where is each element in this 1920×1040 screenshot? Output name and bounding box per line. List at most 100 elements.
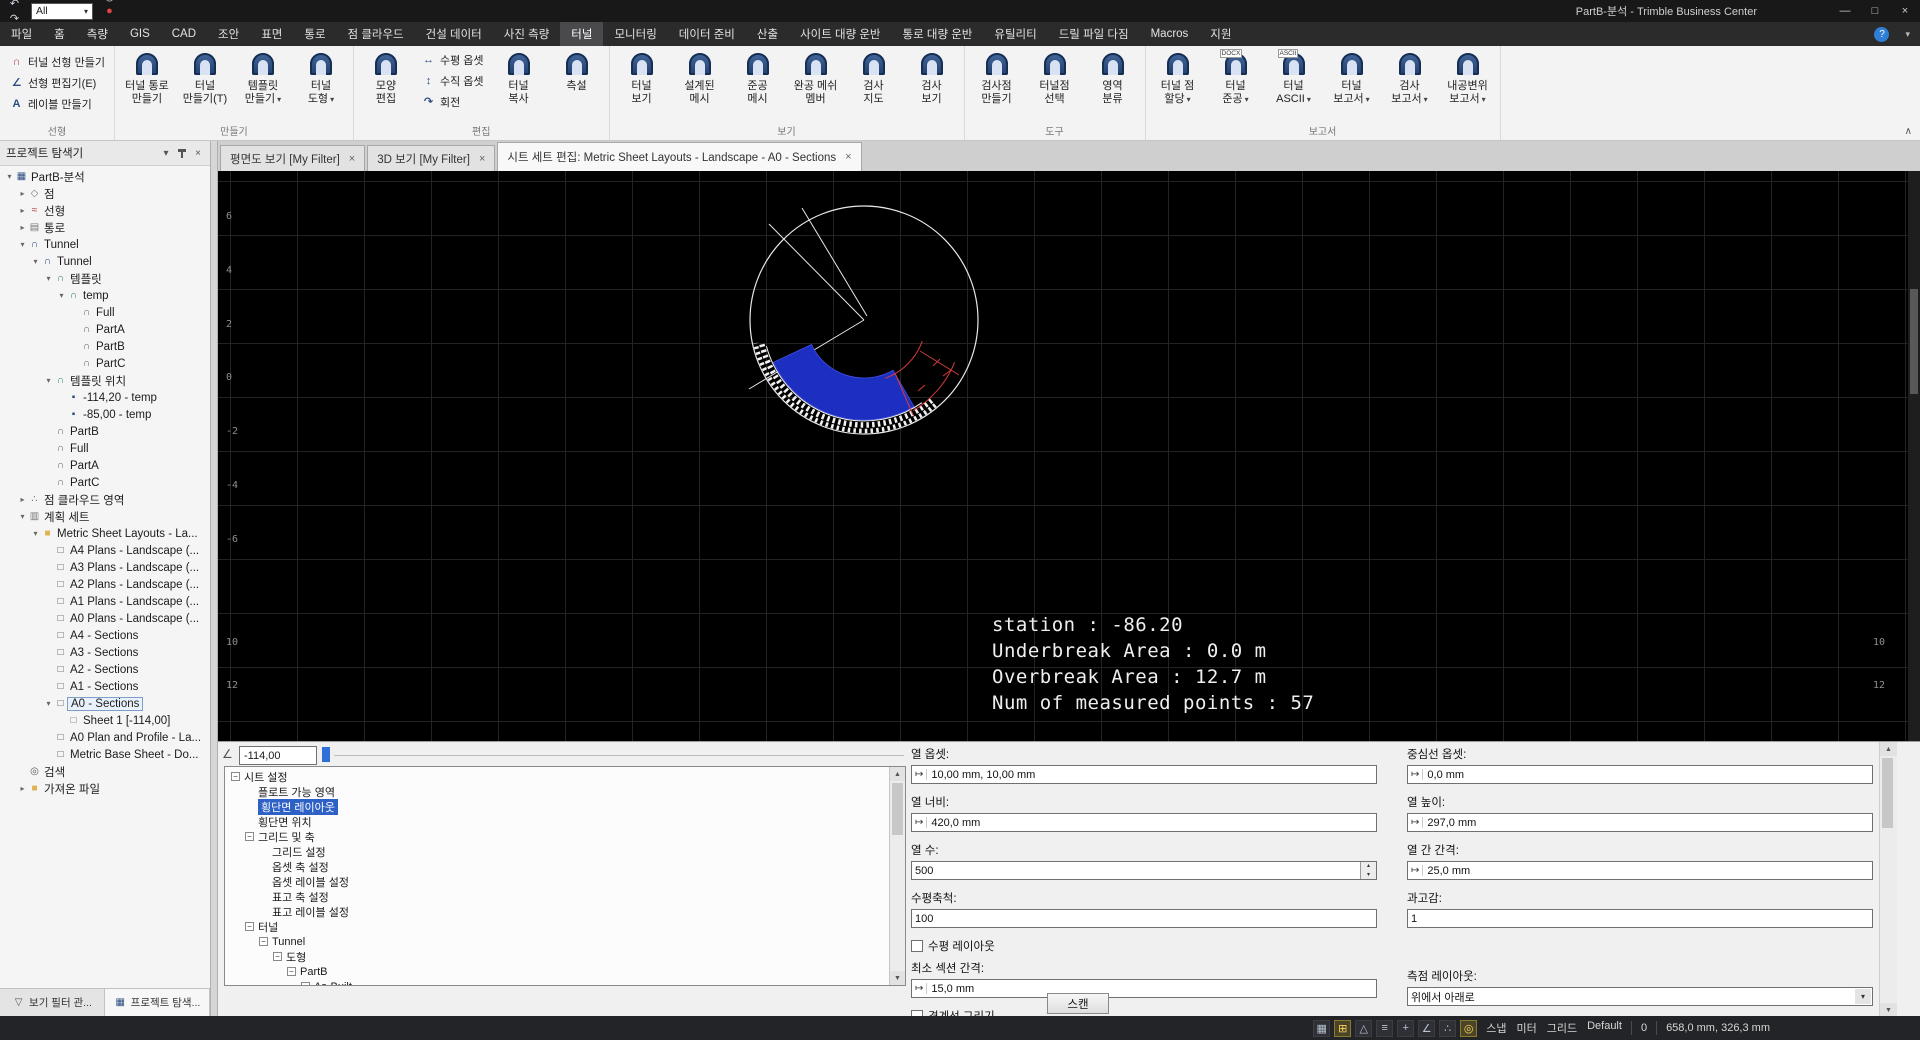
field-중심선 옵셋:[interactable]: ↦ 0,0 mm (1407, 765, 1873, 784)
point-snap-icon[interactable]: ∴ (1439, 1019, 1457, 1037)
window-maximize-button[interactable]: □ (1860, 0, 1890, 22)
tree-item-통로[interactable]: ▸ ▤ 통로 (0, 219, 210, 236)
field-열 수:[interactable]: 500 ▴ ▾ (911, 861, 1377, 880)
station-slider-track[interactable] (334, 755, 904, 756)
menu-tab-사이트 대량 운반[interactable]: 사이트 대량 운반 (789, 22, 891, 46)
tree-item-PartB[interactable]: ∩ PartB (0, 423, 210, 440)
tree-item-Tunnel[interactable]: ▾ ∩ Tunnel (0, 253, 210, 270)
tree-item-A0 Plans - Landscape (...[interactable]: □ A0 Plans - Landscape (... (0, 610, 210, 627)
chevron-down-icon[interactable]: ▾ (158, 148, 174, 159)
tree-item-계획 세트[interactable]: ▾ ▥ 계획 세트 (0, 508, 210, 525)
tree-item-A1 Plans - Landscape (...[interactable]: □ A1 Plans - Landscape (... (0, 593, 210, 610)
status-toggle-Default[interactable]: Default (1587, 1020, 1622, 1036)
field-측점 레이아웃:[interactable]: 위에서 아래로 ▾ (1407, 987, 1873, 1006)
panel-splitter[interactable] (211, 141, 218, 1016)
panel-tab-프로젝트 탐색...[interactable]: ▦ 프로젝트 탐색... (105, 989, 210, 1016)
menu-tab-CAD[interactable]: CAD (161, 22, 207, 46)
expander-open-icon[interactable]: ▾ (43, 376, 54, 385)
tree-item-A2 Plans - Landscape (...[interactable]: □ A2 Plans - Landscape (... (0, 576, 210, 593)
spin-down-icon[interactable]: ▾ (1361, 871, 1376, 880)
tree-item-temp[interactable]: ▾ ∩ temp (0, 287, 210, 304)
ribbon-button-검사 보기[interactable]: 검사 보기 (903, 47, 961, 105)
ribbon-button-터널 선형 만들기[interactable]: ∩ 터널 선형 만들기 (3, 51, 111, 72)
scrollbar-thumb[interactable] (1910, 289, 1918, 394)
menu-tab-데이터 준비[interactable]: 데이터 준비 (668, 22, 746, 46)
ribbon-button-준공 메시[interactable]: 준공 메시 (729, 47, 787, 105)
ribbon-button-검사 지도[interactable]: 검사 지도 (845, 47, 903, 105)
settings-tree-item-터널[interactable]: − 터널 (229, 919, 905, 934)
view-tab-시트 세트 편집: Metric Sheet Layouts - Landscape - A0 - Sections[interactable]: 시트 세트 편집: Metric Sheet Layouts - Landsca… (497, 142, 862, 171)
ribbon-button-터널점 선택[interactable]: 터널점 선택 (1026, 47, 1084, 105)
tree-item-Metric Sheet Layouts - La...[interactable]: ▾ ■ Metric Sheet Layouts - La... (0, 525, 210, 542)
tree-item-PartB-분석[interactable]: ▾ ▦ PartB-분석 (0, 168, 210, 185)
tree-item-PartC[interactable]: ∩ PartC (0, 355, 210, 372)
collapse-box-icon[interactable]: − (245, 922, 254, 931)
collapse-box-icon[interactable]: − (301, 982, 310, 985)
tree-item-점 클라우드 영역[interactable]: ▸ ∴ 점 클라우드 영역 (0, 491, 210, 508)
menu-tab-산출[interactable]: 산출 (746, 22, 789, 46)
status-toggle-그리드[interactable]: 그리드 (1547, 1020, 1577, 1036)
status-toggle-스냅[interactable]: 스냅 (1486, 1020, 1506, 1036)
collapse-box-icon[interactable]: − (231, 772, 240, 781)
settings-tree-item-횡단면 레이아웃[interactable]: 횡단면 레이아웃 (229, 798, 905, 815)
menu-tab-표면[interactable]: 표면 (250, 22, 293, 46)
tree-item-Metric Base Sheet - Do...[interactable]: □ Metric Base Sheet - Do... (0, 746, 210, 763)
expander-closed-icon[interactable]: ▸ (17, 206, 28, 215)
tree-item-PartA[interactable]: ∩ PartA (0, 321, 210, 338)
settings-tree-item-그리드 설정[interactable]: 그리드 설정 (229, 844, 905, 859)
field-수평축척:[interactable]: 100 (911, 909, 1377, 928)
checkbox-수평 레이아웃[interactable] (911, 940, 923, 952)
properties-scrollbar[interactable]: ▲ ▼ (1879, 742, 1897, 1017)
crosshair-icon[interactable]: + (1397, 1019, 1415, 1037)
tree-item-점[interactable]: ▸ ◇ 점 (0, 185, 210, 202)
help-icon[interactable]: ? (1874, 26, 1890, 42)
pin-icon[interactable] (178, 148, 186, 158)
settings-tree-item-도형[interactable]: − 도형 (229, 949, 905, 964)
settings-tree-item-플로트 가능 영역[interactable]: 플로트 가능 영역 (229, 784, 905, 799)
ribbon-button-터널 ASCII[interactable]: ASCII 터널 ASCII ▾ (1265, 47, 1323, 106)
panel-tab-보기 필터 관...[interactable]: ▽ 보기 필터 관... (0, 989, 105, 1016)
settings-tree-item-횡단면 위치[interactable]: 횡단면 위치 (229, 814, 905, 829)
expander-open-icon[interactable]: ▾ (30, 529, 41, 538)
field-열 높이:[interactable]: ↦ 297,0 mm (1407, 813, 1873, 832)
ribbon-button-설계된 메시[interactable]: 설계된 메시 (671, 47, 729, 105)
expander-closed-icon[interactable]: ▸ (17, 223, 28, 232)
tree-item-템플릿[interactable]: ▾ ∩ 템플릿 (0, 270, 210, 287)
ribbon-button-터널 도형[interactable]: 터널 도형 ▾ (292, 47, 350, 106)
tree-item--114,20 - temp[interactable]: ▪ -114,20 - temp (0, 389, 210, 406)
spin-up-icon[interactable]: ▴ (1361, 862, 1376, 871)
expander-closed-icon[interactable]: ▸ (17, 784, 28, 793)
menu-tab-지원[interactable]: 지원 (1199, 22, 1242, 46)
menu-tab-통로[interactable]: 통로 (293, 22, 336, 46)
settings-tree-item-표고 축 설정[interactable]: 표고 축 설정 (229, 889, 905, 904)
ribbon-button-선형 편집기(E)[interactable]: ∠ 선형 편집기(E) (3, 72, 102, 93)
tree-item-PartA[interactable]: ∩ PartA (0, 457, 210, 474)
window-minimize-button[interactable]: — (1830, 0, 1860, 22)
ribbon-button-영역 분류[interactable]: 영역 분류 (1084, 47, 1142, 105)
expander-open-icon[interactable]: ▾ (4, 172, 15, 181)
settings-tree-item-표고 레이블 설정[interactable]: 표고 레이블 설정 (229, 904, 905, 919)
surface-toggle-icon[interactable]: △ (1355, 1019, 1373, 1037)
view-tab-평면도 보기 [My Filter][interactable]: 평면도 보기 [My Filter] × (220, 145, 366, 171)
collapse-box-icon[interactable]: − (259, 937, 268, 946)
ribbon-button-수평 옵셋[interactable]: ↔ 수평 옵셋 (415, 49, 490, 70)
ribbon-button-수직 옵셋[interactable]: ↕ 수직 옵셋 (415, 70, 490, 91)
scrollbar-thumb[interactable] (1882, 758, 1893, 828)
chevron-up-icon[interactable]: ▾ (1895, 22, 1920, 46)
menu-tab-모니터링[interactable]: 모니터링 (603, 22, 667, 46)
collapse-box-icon[interactable]: − (245, 832, 254, 841)
ribbon-collapse-button[interactable]: ∧ (1905, 126, 1912, 137)
menu-tab-유틸리티[interactable]: 유틸리티 (983, 22, 1047, 46)
grid-snap-icon[interactable]: ⊞ (1334, 1019, 1352, 1037)
tree-item-A0 - Sections[interactable]: ▾ □ A0 - Sections (0, 695, 210, 712)
menu-tab-GIS[interactable]: GIS (119, 22, 161, 46)
close-icon[interactable]: × (479, 153, 485, 165)
ortho-icon[interactable]: ∠ (1418, 1019, 1436, 1037)
menu-tab-점 클라우드[interactable]: 점 클라우드 (337, 22, 415, 46)
sheet-view-canvas[interactable]: 6 4 2 0 -2 -4 -6 10 12 10 12 station : -86.20 Unde… (218, 171, 1908, 741)
scan-button[interactable]: 스캔 (1047, 993, 1109, 1014)
expander-open-icon[interactable]: ▾ (17, 240, 28, 249)
ribbon-button-터널 만들기(T)[interactable]: 터널 만들기(T) (176, 47, 234, 105)
menu-tab-드릴 파일 다짐[interactable]: 드릴 파일 다짐 (1048, 22, 1140, 46)
ribbon-button-측설[interactable]: 측설 (548, 47, 606, 93)
